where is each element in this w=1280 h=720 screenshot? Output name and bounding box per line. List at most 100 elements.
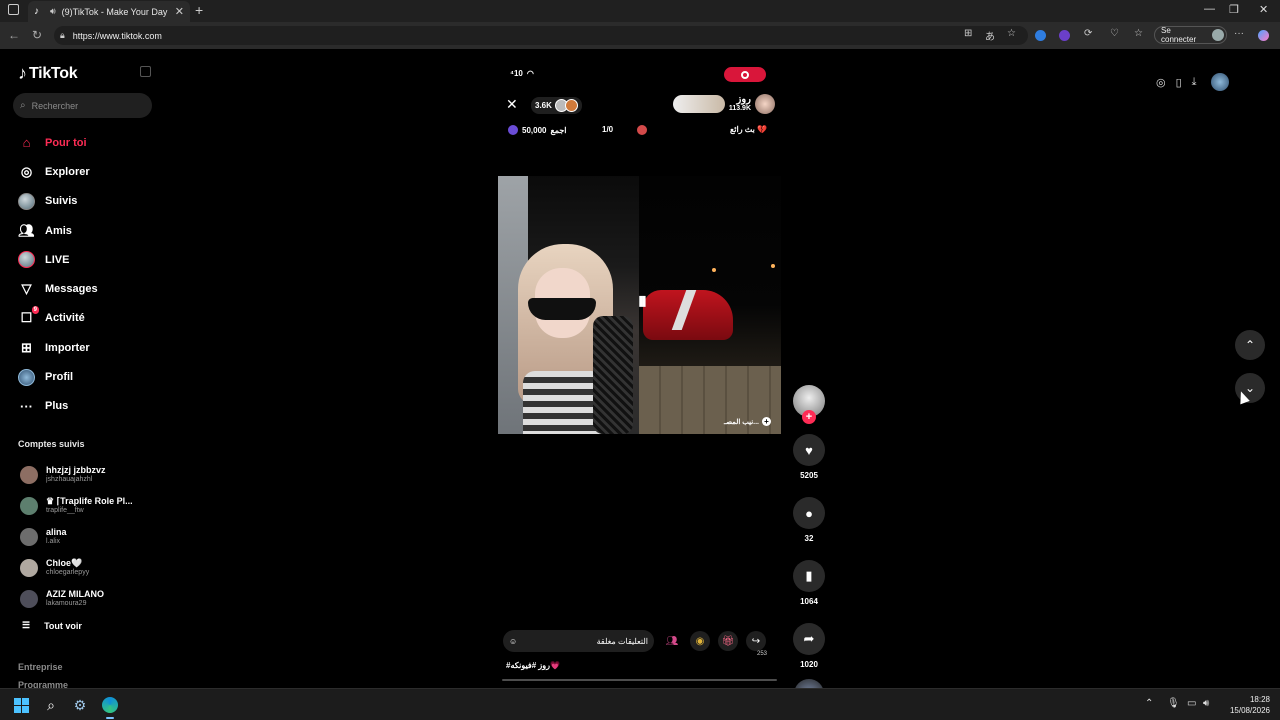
add-guest-icon[interactable]: +: [762, 417, 771, 426]
share-icon[interactable]: ➦: [793, 623, 825, 655]
host-info[interactable]: روز 113.9K: [655, 93, 775, 115]
followed-account[interactable]: hhzjzj jzbbzvz jshzhauajahzhl: [20, 460, 154, 491]
browser-sidebar-icon[interactable]: [8, 4, 19, 15]
sidebar-item-live[interactable]: LIVE: [18, 245, 158, 274]
sidebar-item-upload[interactable]: ⊞ Importer: [18, 333, 158, 362]
music-disc-icon[interactable]: [794, 679, 824, 688]
gift-box-icon[interactable]: 🎁︎: [718, 631, 738, 651]
sidebar-item-messages[interactable]: ▽ Messages: [18, 274, 158, 303]
footer-link-business[interactable]: Entreprise: [18, 662, 63, 672]
goal-amount: 50,000: [522, 125, 547, 135]
extension-icon[interactable]: [1059, 30, 1070, 41]
extensions-puzzle-icon[interactable]: ⟳: [1084, 28, 1092, 39]
tab-close-icon[interactable]: ✕: [175, 5, 184, 18]
gift-goal[interactable]: 50,000 اجمع: [508, 125, 567, 135]
browser-address-bar: ← ↻ 🔒︎ https://www.tiktok.com ⊞ あ ☆ ⟳ ♡ …: [0, 22, 1280, 49]
account-name: alina: [46, 526, 67, 537]
sidebar-item-following[interactable]: Suivis: [18, 187, 158, 216]
coins-icon[interactable]: ◎: [1156, 76, 1166, 89]
tray-chevron-icon[interactable]: ⌃: [1145, 698, 1153, 709]
video-progress-bar[interactable]: [502, 679, 777, 681]
maximize-icon[interactable]: ❐: [1229, 3, 1239, 16]
save-action[interactable]: ▮ 1064: [791, 560, 827, 606]
gift-icon[interactable]: [637, 125, 647, 135]
microphone-icon[interactable]: 🎙︎: [1167, 698, 1180, 709]
user-avatar[interactable]: [1210, 73, 1229, 91]
extension-icon[interactable]: [1035, 30, 1046, 41]
account-name: Chloe🤍: [46, 557, 83, 568]
sign-in-button[interactable]: Se connecter: [1154, 26, 1227, 44]
sidebar-item-label: Suivis: [45, 195, 78, 208]
live-video-player[interactable]: ⁴10 ◠ ✕ 3.6K روز 113.9K 50,000 اجمع 1/0 …: [498, 58, 781, 686]
volume-icon[interactable]: 🔊︎: [1203, 698, 1209, 709]
app-icon[interactable]: ⊞: [964, 28, 972, 39]
sidebar-item-friends[interactable]: 👥︎ Amis: [18, 216, 158, 245]
followed-account[interactable]: Chloe🤍 chloegarlepyy: [20, 552, 154, 583]
viewer-count[interactable]: 3.6K: [531, 97, 582, 114]
windows-start-icon[interactable]: [12, 696, 30, 714]
sidebar-item-label: Pour toi: [45, 136, 87, 149]
comment-icon[interactable]: ●: [793, 497, 825, 529]
avatar: [20, 589, 38, 608]
sidebar-item-explore[interactable]: ◎ Explorer: [18, 157, 158, 186]
search-input[interactable]: [31, 100, 132, 111]
heart-icon[interactable]: ♥: [793, 434, 825, 466]
author-avatar[interactable]: +: [793, 385, 825, 424]
send-icon: ▽: [21, 281, 32, 297]
back-icon[interactable]: ←: [8, 28, 20, 42]
followed-account[interactable]: AZIZ MILANO lakamoura29: [20, 583, 154, 614]
followed-account[interactable]: alina l.alix: [20, 522, 154, 553]
guest-label: نيب المصـ... +: [724, 417, 771, 426]
share-live-icon[interactable]: ↪ 253: [746, 631, 767, 657]
search-icon: ⌕: [20, 100, 26, 111]
sidebar-nav: ⌂ Pour toi ◎ Explorer Suivis 👥︎ Amis LIV…: [18, 128, 158, 421]
speaker-icon[interactable]: 🔊︎: [50, 6, 56, 17]
follow-plus-icon[interactable]: +: [802, 410, 816, 424]
browser-tab[interactable]: ♪ 🔊︎ (9)TikTok - Make Your Day ✕: [28, 1, 190, 22]
copilot-icon[interactable]: [1258, 30, 1269, 41]
download-icon[interactable]: ⤓: [1192, 76, 1197, 89]
steam-icon[interactable]: ⚙︎: [71, 696, 89, 714]
collapse-sidebar-icon[interactable]: [140, 66, 151, 77]
mask-icon[interactable]: ☺: [509, 637, 517, 646]
tiktok-logo[interactable]: ♪ TikTok: [18, 63, 78, 84]
search-field[interactable]: ⌕: [13, 93, 152, 118]
host-tag: بث رائع 💔: [730, 125, 768, 134]
device-icon[interactable]: ▯: [1176, 76, 1182, 89]
guests-icon[interactable]: 👥︎: [662, 631, 682, 651]
edge-icon[interactable]: [101, 696, 119, 714]
sidebar-item-more[interactable]: ··· Plus: [18, 392, 158, 421]
url-field[interactable]: 🔒︎ https://www.tiktok.com: [54, 26, 1028, 45]
sidebar-item-activity[interactable]: ☐ 9 Activité: [18, 304, 158, 333]
guest-camera-right[interactable]: نيب المصـ... +: [639, 176, 781, 434]
live-avatar: [18, 251, 35, 269]
record-button[interactable]: [724, 67, 766, 82]
window-close-icon[interactable]: ✕: [1259, 3, 1268, 16]
comment-action[interactable]: ● 32: [791, 497, 827, 543]
translate-icon[interactable]: あ: [985, 28, 995, 43]
taskbar-clock[interactable]: 18:28 15/08/2026: [1226, 694, 1270, 716]
new-tab-icon[interactable]: +: [195, 2, 203, 18]
search-icon[interactable]: ⌕: [42, 696, 60, 714]
guest-camera-left[interactable]: [498, 176, 639, 434]
sidebar-item-profile[interactable]: Profil: [18, 362, 158, 391]
previous-video-button[interactable]: ⌃: [1235, 330, 1265, 360]
share-action[interactable]: ➦ 1020: [791, 623, 827, 669]
favorite-star-icon[interactable]: ☆: [1007, 28, 1016, 39]
performance-icon[interactable]: ♡: [1110, 28, 1119, 39]
bookmark-icon[interactable]: ▮: [793, 560, 825, 592]
account-name: AZIZ MILANO: [46, 588, 104, 599]
network-icon[interactable]: ▭: [1187, 698, 1196, 709]
favorites-icon[interactable]: ☆: [1134, 28, 1143, 39]
close-live-icon[interactable]: ✕: [506, 96, 518, 113]
more-menu-icon[interactable]: ···: [1234, 28, 1244, 39]
footer-link-program[interactable]: Programme: [18, 680, 68, 688]
like-action[interactable]: ♥ 5205: [791, 434, 827, 480]
followed-account[interactable]: ♛ ⌈Traplife Role Pl... traplife__ftw: [20, 491, 154, 522]
refresh-icon[interactable]: ↻: [32, 28, 42, 42]
sidebar-item-for-you[interactable]: ⌂ Pour toi: [18, 128, 158, 157]
host-follow-pill[interactable]: [672, 95, 725, 113]
minimize-icon[interactable]: —: [1204, 3, 1215, 15]
see-all-button[interactable]: ☰ Tout voir: [22, 620, 82, 631]
coin-icon[interactable]: ◉: [690, 631, 710, 651]
